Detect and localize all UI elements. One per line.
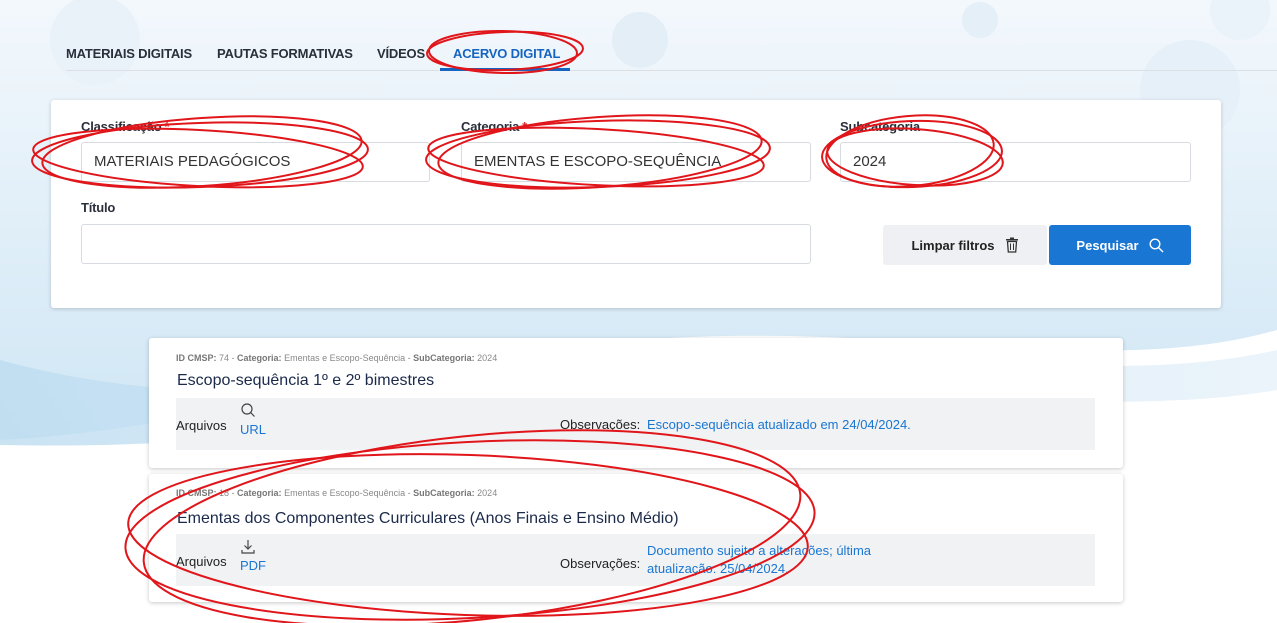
- observations-line: Documento sujeito a alterações; última: [647, 543, 872, 558]
- search-icon: [1149, 237, 1164, 252]
- result-meta: ID CMSP: 74 - Categoria: Ementas e Escop…: [176, 353, 498, 363]
- meta-category-label: Categoria:: [237, 488, 282, 498]
- tab-bar: MATERIAIS DIGITAIS PAUTAS FORMATIVAS VÍD…: [66, 30, 1277, 71]
- meta-subcategory: 2024: [477, 353, 498, 363]
- categoria-select[interactable]: EMENTAS E ESCOPO-SEQUÊNCIA: [461, 142, 811, 182]
- result-meta: ID CMSP: 18 - Categoria: Ementas e Escop…: [176, 488, 498, 498]
- clear-filters-label: Limpar filtros: [911, 237, 995, 253]
- meta-id: 74: [219, 353, 230, 363]
- titulo-input[interactable]: [81, 224, 811, 264]
- classificacao-label: Classificação *: [81, 119, 170, 134]
- observations-label: Observações:: [560, 417, 641, 432]
- categoria-label-text: Categoria: [461, 119, 520, 134]
- meta-subcategory-label: SubCategoria:: [413, 488, 475, 498]
- result-card: ID CMSP: 18 - Categoria: Ementas e Escop…: [149, 474, 1123, 602]
- subcategoria-select[interactable]: 2024: [840, 142, 1191, 182]
- meta-subcategory: 2024: [477, 488, 498, 498]
- files-label: Arquivos: [176, 554, 227, 569]
- meta-id-label: ID CMSP:: [176, 488, 217, 498]
- files-row: Arquivos PDF Observações: Documento suje…: [176, 534, 1095, 586]
- meta-id-label: ID CMSP:: [176, 353, 217, 363]
- files-label: Arquivos: [176, 418, 227, 433]
- observations-text: Documento sujeito a alterações; última a…: [647, 542, 871, 578]
- titulo-label: Título: [81, 200, 116, 215]
- result-title[interactable]: Ementas dos Componentes Curriculares (An…: [177, 510, 679, 528]
- tab-pautas-formativas[interactable]: PAUTAS FORMATIVAS: [217, 46, 353, 61]
- tab-videos[interactable]: VÍDEOS: [377, 46, 425, 61]
- classificacao-select[interactable]: MATERIAIS PEDAGÓGICOS: [81, 142, 430, 182]
- active-tab-indicator: [440, 68, 570, 71]
- meta-id: 18: [219, 488, 230, 498]
- meta-category-label: Categoria:: [237, 353, 282, 363]
- observations-label: Observações:: [560, 556, 641, 571]
- meta-subcategory-label: SubCategoria:: [413, 353, 475, 363]
- required-mark: *: [522, 119, 528, 134]
- result-title[interactable]: Escopo-sequência 1º e 2º bimestres: [177, 372, 434, 390]
- tab-acervo-digital[interactable]: ACERVO DIGITAL: [453, 46, 560, 61]
- file-type-label: URL: [240, 422, 267, 437]
- search-button[interactable]: Pesquisar: [1049, 225, 1191, 265]
- observations-line: atualização: 25/04/2024.: [647, 561, 789, 576]
- download-icon: [241, 540, 255, 554]
- files-row: Arquivos URL Observações: Escopo-sequênc…: [176, 398, 1095, 450]
- required-mark: *: [164, 119, 170, 134]
- pdf-download-link[interactable]: PDF: [240, 538, 270, 573]
- meta-category: Ementas e Escopo-Sequência: [284, 488, 406, 498]
- categoria-label: Categoria *: [461, 119, 527, 134]
- tab-materiais-digitais[interactable]: MATERIAIS DIGITAIS: [66, 46, 192, 61]
- clear-filters-button[interactable]: Limpar filtros: [883, 225, 1047, 265]
- meta-category: Ementas e Escopo-Sequência: [284, 353, 406, 363]
- filter-panel: Classificação * MATERIAIS PEDAGÓGICOS Cat…: [51, 100, 1221, 308]
- url-link[interactable]: URL: [240, 402, 270, 437]
- search-button-label: Pesquisar: [1076, 237, 1139, 253]
- search-icon: [241, 403, 255, 417]
- file-type-label: PDF: [240, 558, 266, 573]
- result-card: ID CMSP: 74 - Categoria: Ementas e Escop…: [149, 338, 1123, 468]
- subcategoria-label: Subcategoria: [840, 119, 920, 134]
- observations-text: Escopo-sequência atualizado em 24/04/202…: [647, 417, 911, 432]
- trash-icon: [1005, 237, 1018, 253]
- classificacao-label-text: Classificação: [81, 119, 162, 134]
